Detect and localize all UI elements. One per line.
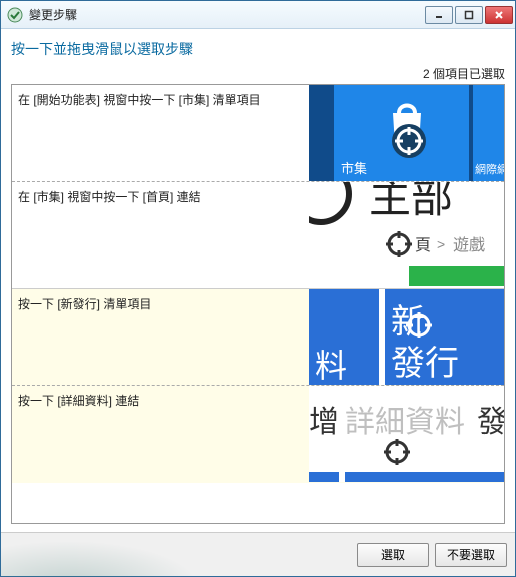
step-description: 按一下 [詳細資料] 連結 [12,386,309,483]
step-row[interactable]: 按一下 [新發行] 清單項目 料 新 [12,289,504,386]
step-description: 在 [開始功能表] 視窗中按一下 [市集] 清單項目 [12,85,309,181]
app-icon [7,7,23,23]
minimize-button[interactable] [425,6,453,24]
svg-text:網際網: 網際網 [475,162,504,176]
client-area: 按一下並拖曳滑鼠以選取步驟 2 個項目已選取 在 [開始功能表] 視窗中按一下 … [1,29,515,532]
step-thumbnail: 料 新 發行 [309,289,504,385]
step-thumbnail: 增 詳細資料 發 [309,386,504,483]
svg-text:增: 增 [309,406,339,439]
deselect-button[interactable]: 不要選取 [435,543,507,567]
window-title: 變更步驟 [29,6,425,23]
svg-text:發: 發 [477,406,504,439]
step-row[interactable]: 在 [市集] 視窗中按一下 [首頁] 連結 主部 [12,182,504,289]
tile-label: 市集 [341,161,367,176]
svg-text:料: 料 [315,348,347,384]
dialog-footer: 選取 不要選取 [1,532,515,576]
svg-text:詳細資料: 詳細資料 [345,406,465,439]
step-thumbnail: 市集 網際網 [309,85,504,181]
window-buttons [425,6,513,24]
step-row[interactable]: 在 [開始功能表] 視窗中按一下 [市集] 清單項目 [12,85,504,182]
step-row[interactable]: 按一下 [詳細資料] 連結 增 詳細資料 發 [12,386,504,483]
step-description: 在 [市集] 視窗中按一下 [首頁] 連結 [12,182,309,288]
selection-count: 2 個項目已選取 [11,65,505,82]
steps-list[interactable]: 在 [開始功能表] 視窗中按一下 [市集] 清單項目 [11,84,505,524]
svg-text:發行: 發行 [391,345,459,383]
titlebar: 變更步驟 [1,1,515,29]
step-description: 按一下 [新發行] 清單項目 [12,289,309,385]
svg-text:遊戲: 遊戲 [453,236,485,254]
svg-text:頁: 頁 [415,237,431,254]
maximize-button[interactable] [455,6,483,24]
dialog-window: 變更步驟 按一下並拖曳滑鼠以選取步驟 2 個項目已選取 在 [開始功能表] 視窗… [0,0,516,577]
svg-text:>: > [437,236,445,252]
svg-text:主部: 主部 [369,182,453,221]
instruction-text: 按一下並拖曳滑鼠以選取步驟 [11,39,505,59]
select-button[interactable]: 選取 [357,543,429,567]
close-button[interactable] [485,6,513,24]
step-thumbnail: 主部 頁 > 遊戲 [309,182,504,288]
